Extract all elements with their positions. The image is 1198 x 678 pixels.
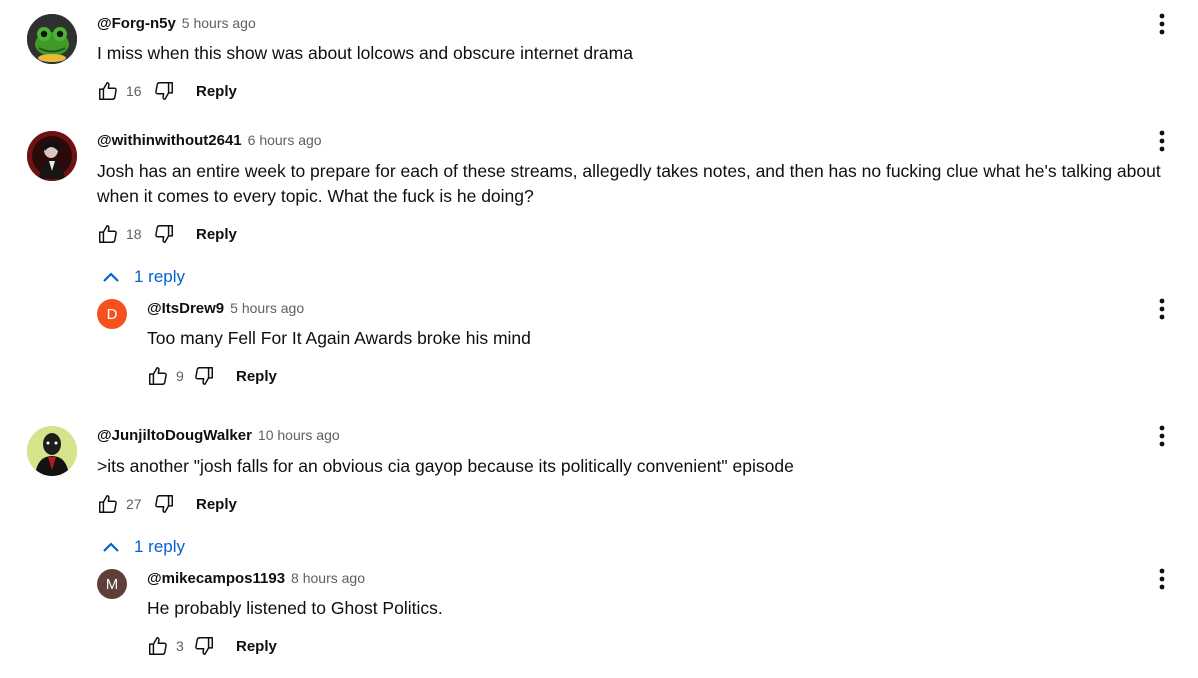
thumbs-down-icon	[155, 82, 173, 100]
replies-count-label: 1 reply	[134, 267, 186, 286]
reply-button[interactable]: Reply	[196, 496, 237, 513]
comment-author[interactable]: @JunjiltoDougWalker	[97, 427, 252, 444]
masked-figure-avatar[interactable]	[27, 426, 77, 476]
avatar[interactable]: M	[97, 569, 127, 599]
action-menu-button[interactable]	[1150, 567, 1174, 591]
comment-author[interactable]: @Forg-n5y	[97, 15, 176, 32]
comment-text: He probably listened to Ghost Politics.	[147, 598, 443, 618]
thumbs-down-icon	[155, 225, 173, 243]
like-button[interactable]	[146, 634, 170, 658]
action-menu-button[interactable]	[1150, 129, 1174, 153]
thumbs-up-icon	[99, 225, 117, 243]
thumbs-down-icon	[195, 367, 213, 385]
comment-timestamp[interactable]: 5 hours ago	[182, 15, 256, 31]
comment-author[interactable]: @mikecampos1193	[147, 570, 285, 587]
reply-button[interactable]: Reply	[196, 83, 237, 100]
action-menu-button[interactable]	[1150, 12, 1174, 36]
comment-text-line: when it comes to every topic. What the f…	[97, 186, 534, 206]
action-menu-button[interactable]	[1150, 424, 1174, 448]
like-button[interactable]	[96, 222, 120, 246]
avatar-letter: D	[106, 305, 118, 323]
reply-button[interactable]: Reply	[196, 226, 237, 243]
comment-text: Too many Fell For It Again Awards broke …	[147, 328, 531, 348]
chevron-up-icon	[103, 542, 119, 552]
reply-button[interactable]: Reply	[236, 638, 277, 655]
dislike-button[interactable]	[152, 79, 176, 103]
dark-figure-avatar[interactable]	[27, 131, 77, 181]
like-button[interactable]	[146, 364, 170, 388]
comment-author[interactable]: @withinwithout2641	[97, 132, 242, 149]
comment-timestamp[interactable]: 6 hours ago	[248, 132, 322, 148]
replies-toggle-button[interactable]: 1 reply	[102, 534, 185, 560]
comment-timestamp[interactable]: 10 hours ago	[258, 427, 340, 443]
more-vertical-icon	[1159, 130, 1165, 152]
chevron-up-icon	[103, 272, 119, 282]
thumbs-up-icon	[149, 367, 167, 385]
dislike-button[interactable]	[192, 634, 216, 658]
thumbs-up-icon	[99, 82, 117, 100]
dislike-button[interactable]	[152, 492, 176, 516]
like-count: 9	[176, 368, 184, 384]
comment-text: I miss when this show was about lolcows …	[97, 43, 633, 63]
frog-avatar[interactable]	[27, 14, 77, 64]
thumbs-up-icon	[99, 495, 117, 513]
avatar[interactable]: D	[97, 299, 127, 329]
comment-timestamp[interactable]: 5 hours ago	[230, 300, 304, 316]
replies-toggle-button[interactable]: 1 reply	[102, 264, 185, 290]
comment-text: >its another "josh falls for an obvious …	[97, 456, 794, 476]
avatar-letter: M	[105, 575, 119, 593]
comment-timestamp[interactable]: 8 hours ago	[291, 570, 365, 586]
like-button[interactable]	[96, 79, 120, 103]
dislike-button[interactable]	[192, 364, 216, 388]
like-button[interactable]	[96, 492, 120, 516]
thumbs-up-icon	[149, 637, 167, 655]
more-vertical-icon	[1159, 298, 1165, 320]
replies-count-label: 1 reply	[134, 537, 186, 556]
more-vertical-icon	[1159, 425, 1165, 447]
thumbs-down-icon	[195, 637, 213, 655]
more-vertical-icon	[1159, 568, 1165, 590]
reply-button[interactable]: Reply	[236, 368, 277, 385]
thumbs-down-icon	[155, 495, 173, 513]
more-vertical-icon	[1159, 13, 1165, 35]
comment-text-line: Josh has an entire week to prepare for e…	[97, 161, 1161, 181]
dislike-button[interactable]	[152, 222, 176, 246]
like-count: 16	[126, 83, 142, 99]
comment-text: Josh has an entire week to prepare for e…	[97, 159, 1167, 209]
comment-author[interactable]: @ItsDrew9	[147, 300, 224, 317]
like-count: 18	[126, 226, 142, 242]
action-menu-button[interactable]	[1150, 297, 1174, 321]
like-count: 27	[126, 496, 142, 512]
like-count: 3	[176, 638, 184, 654]
